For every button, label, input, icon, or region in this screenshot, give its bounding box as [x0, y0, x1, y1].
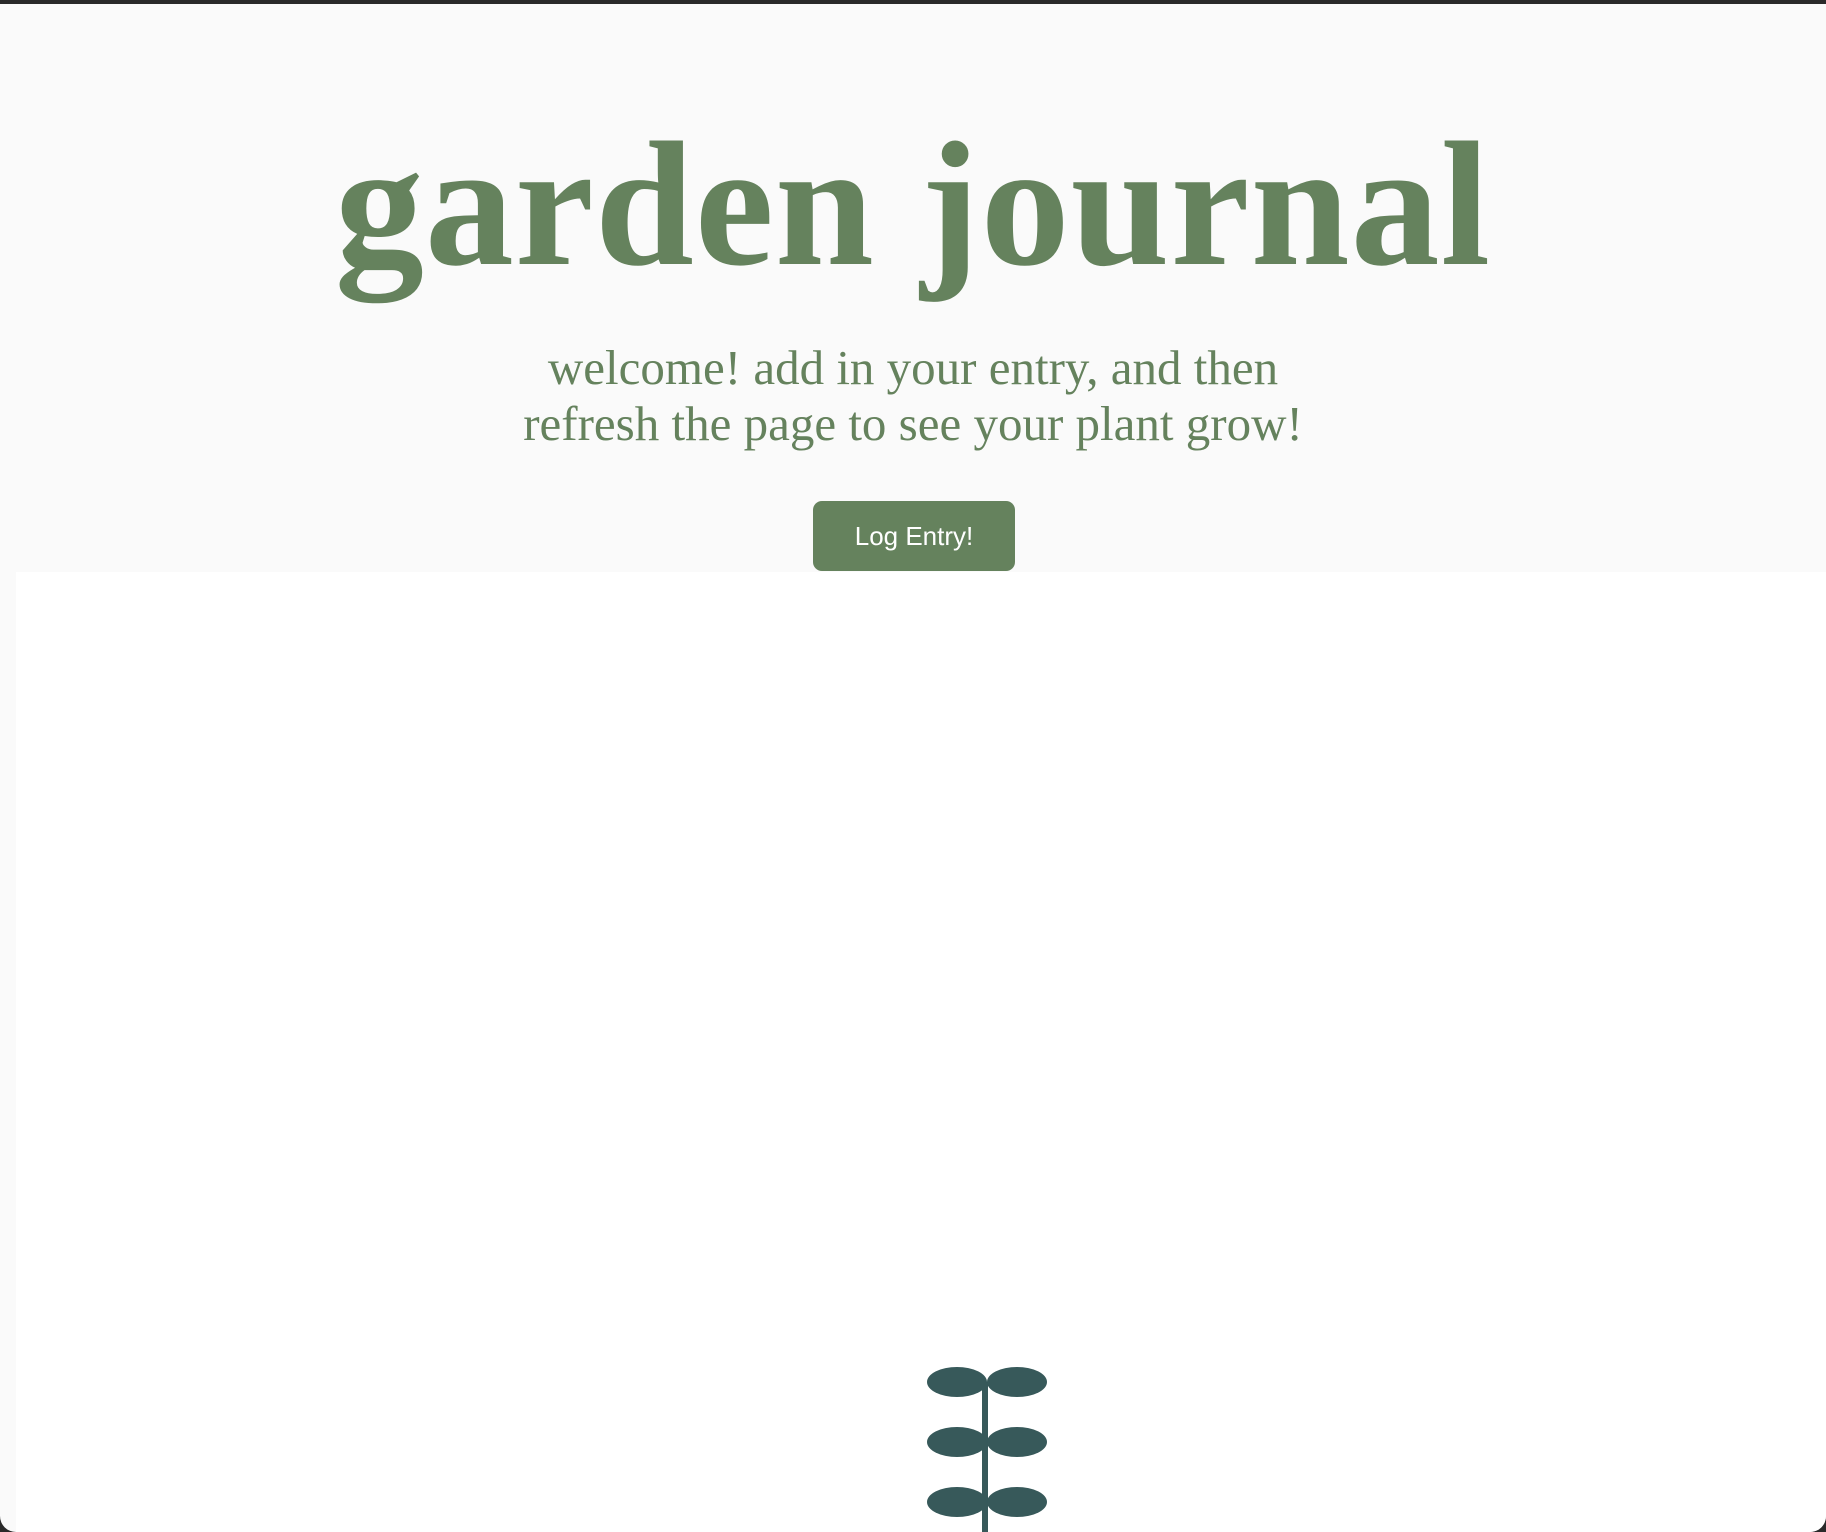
app-window: garden journal welcome! add in your entr…: [0, 4, 1826, 1532]
page-header: garden journal welcome! add in your entr…: [0, 4, 1826, 572]
plant-illustration: [927, 1367, 1047, 1532]
welcome-message: welcome! add in your entry, and then ref…: [523, 340, 1303, 451]
plant-leaf: [987, 1487, 1047, 1517]
plant-leaf: [927, 1367, 987, 1397]
plant-leaf: [927, 1427, 987, 1457]
plant-canvas: [16, 572, 1826, 1532]
plant-leaf: [987, 1427, 1047, 1457]
page-title: garden journal: [334, 105, 1492, 303]
plant-sprout-icon: [927, 1367, 1047, 1532]
plant-leaf: [927, 1487, 987, 1517]
plant-leaf: [987, 1367, 1047, 1397]
log-entry-button[interactable]: Log Entry!: [813, 501, 1015, 571]
